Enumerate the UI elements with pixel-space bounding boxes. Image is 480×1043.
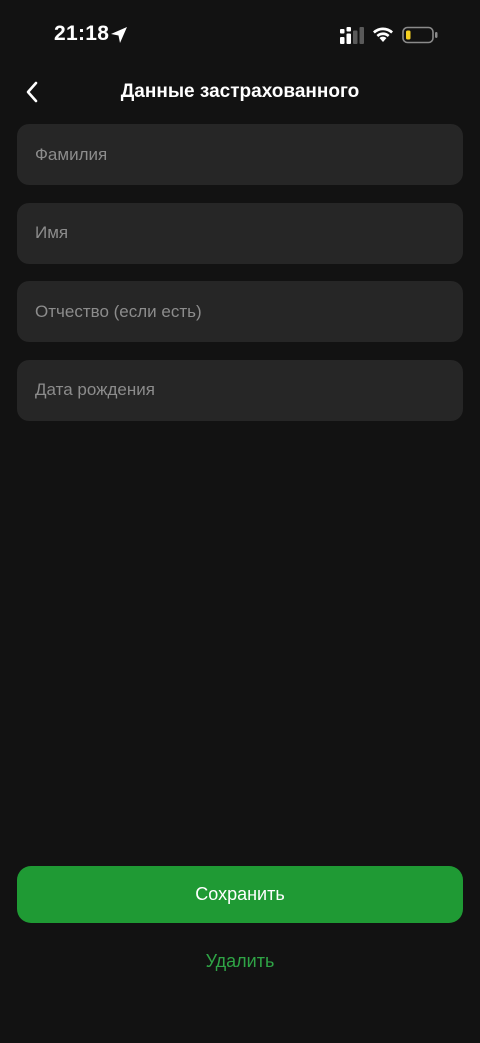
delete-button[interactable]: Удалить — [140, 944, 340, 978]
status-time: 21:18 — [54, 22, 110, 45]
last-name-input[interactable] — [35, 144, 445, 165]
wifi-icon — [373, 27, 393, 42]
screen: 21:18 Данные застрахованного Фамилия Имя… — [0, 0, 480, 1043]
battery-low-icon — [402, 26, 438, 44]
first-name-input[interactable] — [35, 223, 445, 243]
save-button[interactable]: Сохранить — [17, 866, 463, 923]
birth-date-input[interactable] — [35, 380, 445, 400]
nav-bar: Данные застрахованного — [0, 70, 480, 114]
middle-name-input[interactable] — [35, 301, 445, 322]
first-name-field[interactable] — [17, 202, 463, 264]
location-arrow-icon — [111, 27, 127, 43]
birth-date-field[interactable] — [17, 359, 463, 421]
last-name-field[interactable] — [17, 124, 463, 185]
signal-icon — [340, 27, 364, 44]
page-title: Данные застрахованного — [120, 81, 360, 102]
middle-name-field[interactable] — [17, 281, 463, 342]
insured-form — [17, 124, 463, 438]
status-bar: 21:18 — [0, 0, 480, 70]
